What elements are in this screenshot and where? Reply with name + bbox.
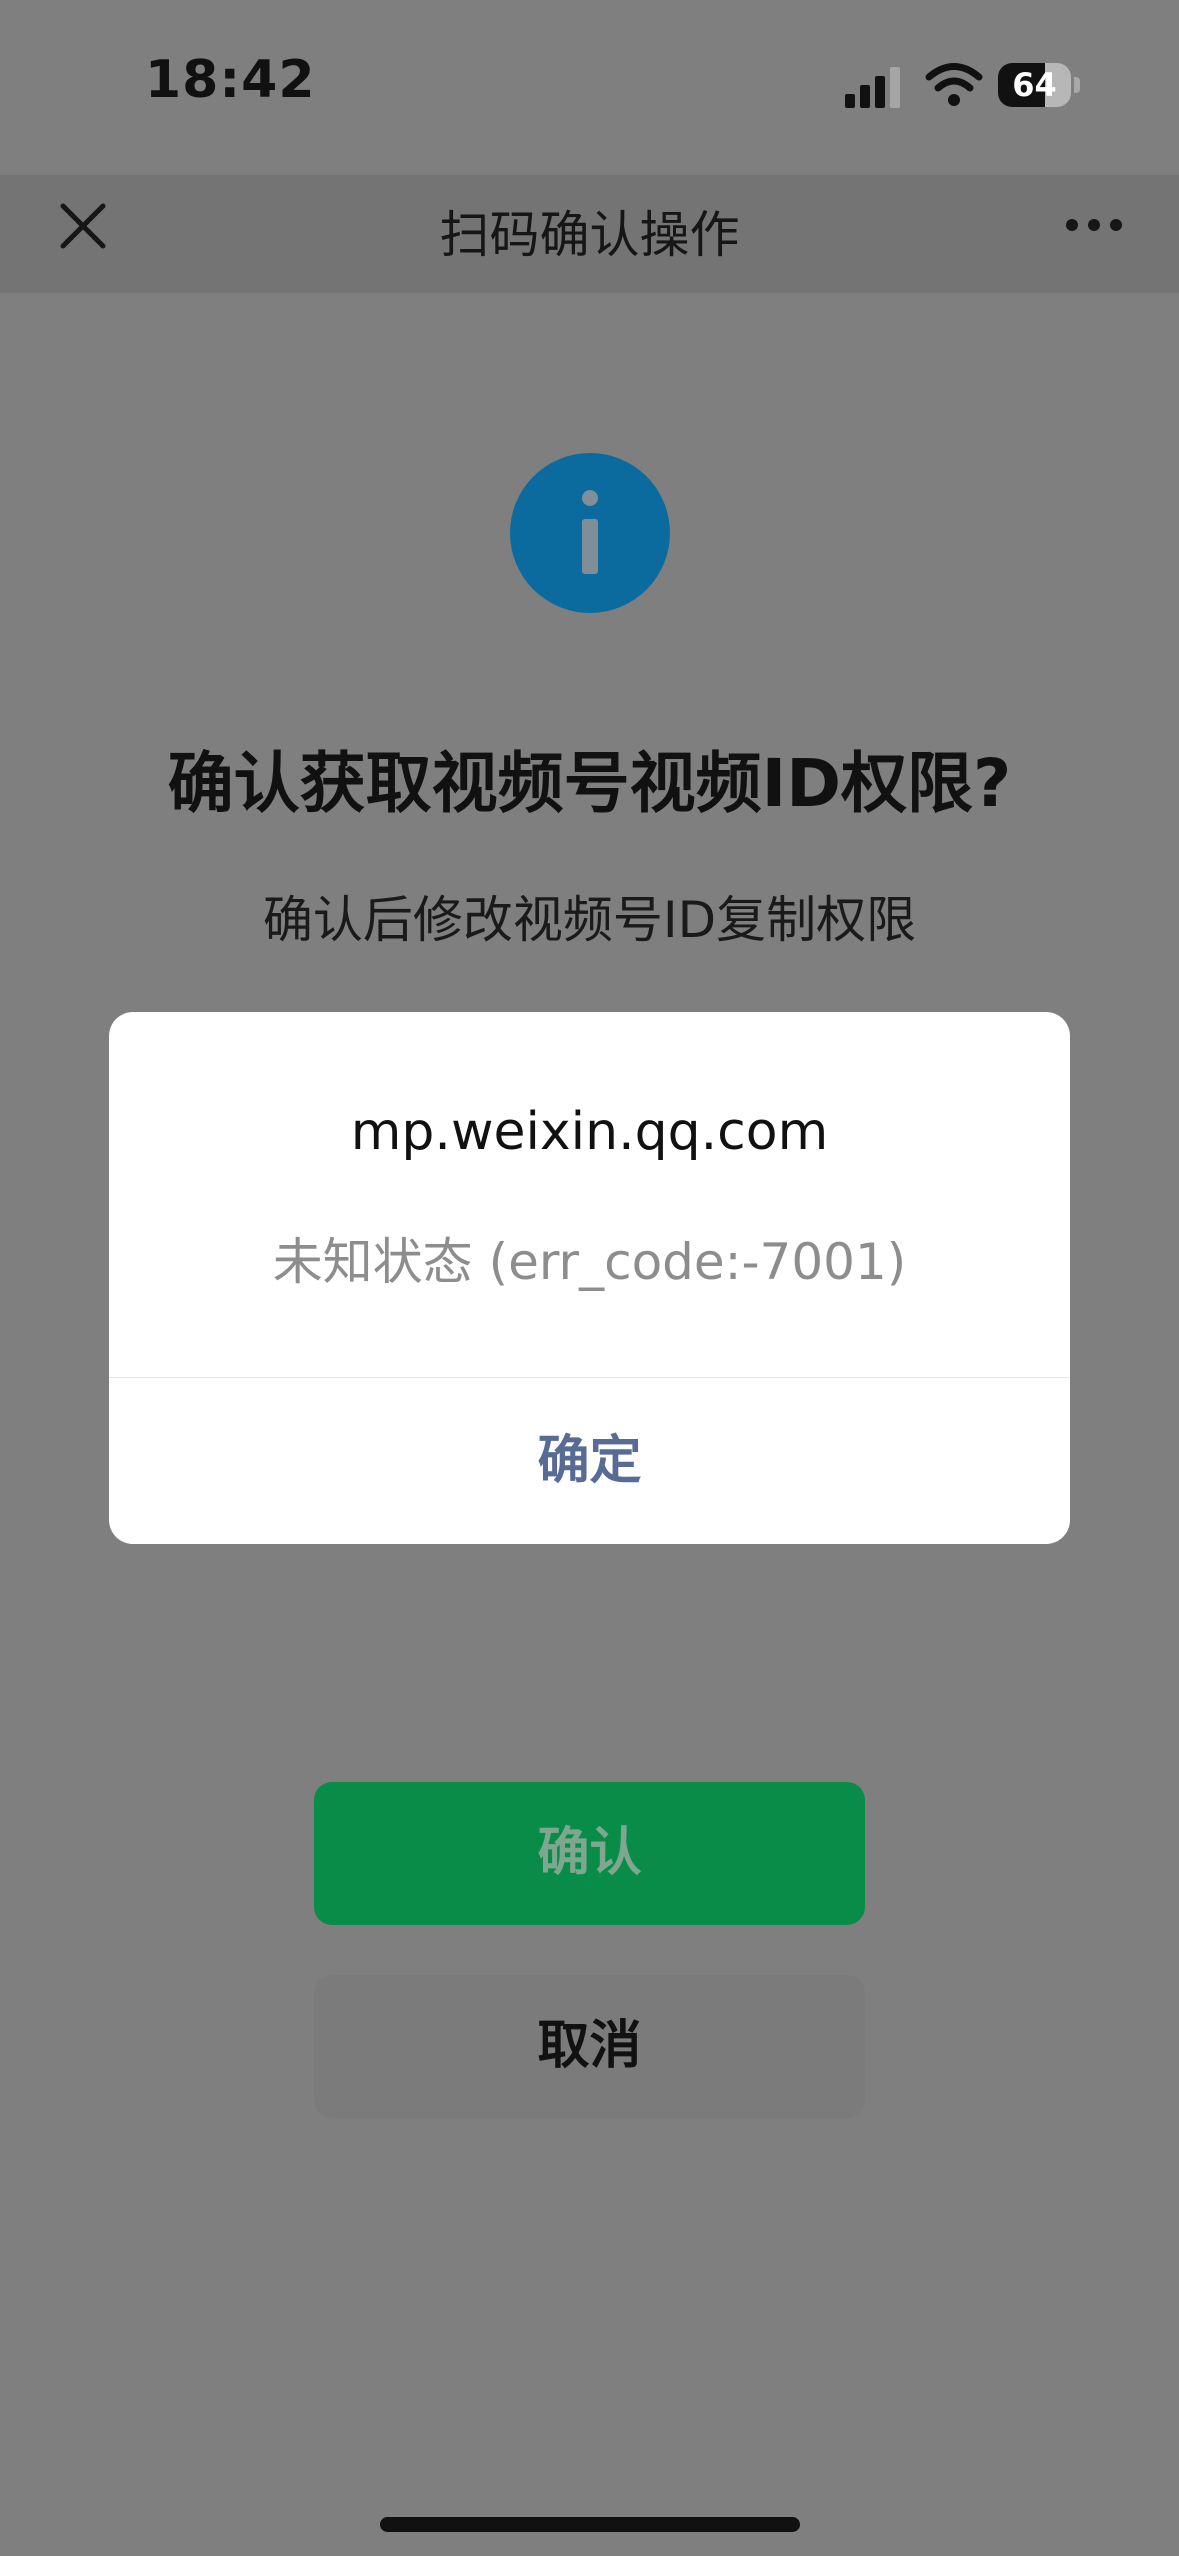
alert-dialog: mp.weixin.qq.com 未知状态 (err_code:-7001) 确…	[109, 1012, 1070, 1544]
page-title: 扫码确认操作	[439, 206, 740, 264]
battery-cap	[1074, 77, 1080, 93]
info-icon	[510, 453, 670, 613]
more-icon[interactable]	[1063, 204, 1125, 246]
dialog-message: 未知状态 (err_code:-7001)	[272, 1233, 907, 1291]
battery-icon: 64	[998, 63, 1083, 109]
permission-description: 确认后修改视频号ID复制权限	[262, 891, 917, 949]
dialog-title: mp.weixin.qq.com	[350, 1102, 829, 1162]
permission-title: 确认获取视频号视频ID权限?	[167, 745, 1012, 822]
signal-bars-icon	[845, 67, 900, 108]
home-indicator[interactable]	[380, 2517, 800, 2532]
confirm-button[interactable]: 确认	[314, 1782, 865, 1925]
dialog-ok-button[interactable]: 确定	[109, 1378, 1070, 1544]
wifi-icon	[925, 63, 983, 106]
status-time: 18:42	[145, 50, 316, 110]
cancel-button[interactable]: 取消	[314, 1975, 865, 2118]
battery-level: 64	[1012, 66, 1057, 104]
battery-body: 64	[998, 63, 1071, 107]
